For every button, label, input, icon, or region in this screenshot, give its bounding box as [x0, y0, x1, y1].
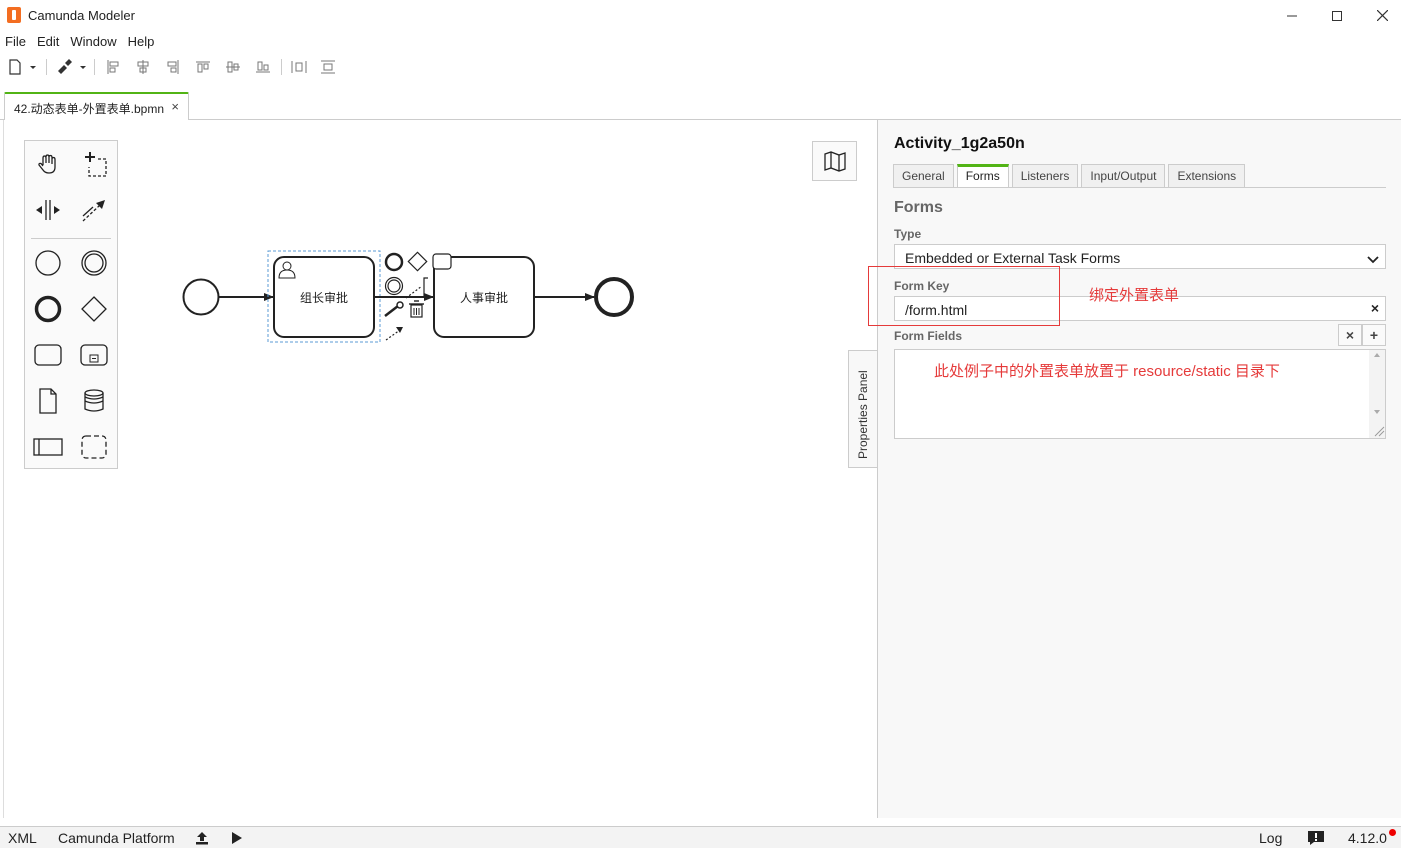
type-label: Type [894, 227, 922, 241]
annotation-bind-form: 绑定外置表单 [1089, 287, 1180, 304]
end-event[interactable] [594, 277, 634, 317]
hand-icon [38, 154, 56, 174]
create-intermediate-event[interactable] [77, 246, 111, 280]
data-store-icon [84, 389, 104, 412]
map-icon [823, 151, 846, 172]
connect-arrow-icon[interactable] [385, 327, 403, 341]
tab-input-output[interactable]: Input/Output [1081, 164, 1166, 188]
add-form-field-button[interactable]: + [1362, 324, 1386, 346]
chevron-down-icon [1367, 252, 1379, 267]
gateway-icon [81, 296, 107, 322]
space-tool-icon [36, 200, 60, 220]
tab-forms[interactable]: Forms [956, 164, 1009, 188]
execution-platform-label[interactable]: Camunda Platform [58, 830, 175, 846]
start-instance-icon[interactable] [231, 831, 243, 848]
intermediate-event-icon [81, 250, 107, 276]
create-start-event[interactable] [31, 246, 65, 280]
append-end-event-icon[interactable] [384, 252, 404, 272]
forms-group-title: Forms [894, 199, 943, 216]
task2-label: 人事审批 [459, 291, 508, 305]
minimize-button[interactable] [1269, 0, 1315, 31]
tool-palette [24, 140, 118, 469]
lasso-tool[interactable] [77, 147, 111, 181]
properties-tabs: General Forms Listeners Input/Output Ext… [893, 164, 1248, 188]
close-window-button[interactable] [1359, 0, 1401, 31]
hand-tool[interactable] [31, 147, 65, 181]
lasso-icon [85, 152, 107, 177]
properties-panel-toggle[interactable]: Properties Panel [848, 350, 878, 468]
create-gateway[interactable] [77, 292, 111, 326]
append-gateway-icon[interactable] [407, 251, 428, 272]
create-data-object[interactable] [31, 384, 65, 418]
pool-icon [33, 438, 63, 456]
append-task-icon[interactable] [432, 253, 452, 270]
status-bar: XML Camunda Platform Log 4.12.0 [0, 826, 1401, 848]
log-button[interactable]: Log [1259, 830, 1282, 846]
start-event-icon [35, 250, 61, 276]
tab-general[interactable]: General [893, 164, 954, 188]
create-pool[interactable] [31, 430, 65, 464]
version-label[interactable]: 4.12.0 [1348, 830, 1387, 846]
subprocess-icon [80, 344, 108, 366]
create-subprocess[interactable] [77, 338, 111, 372]
deploy-icon[interactable] [195, 831, 209, 848]
type-select-value: Embedded or External Task Forms [905, 250, 1121, 266]
feedback-icon[interactable] [1307, 830, 1325, 849]
properties-panel: Activity_1g2a50n General Forms Listeners… [877, 120, 1401, 818]
bpmn-diagram [182, 250, 634, 343]
delete-trash-icon[interactable] [409, 300, 424, 318]
tab-extensions[interactable]: Extensions [1168, 164, 1246, 188]
start-event[interactable] [182, 278, 220, 316]
create-task[interactable] [31, 338, 65, 372]
update-notification-dot [1389, 829, 1396, 836]
group-icon [81, 435, 107, 459]
form-fields-label: Form Fields [894, 329, 963, 343]
list-scrollbar[interactable] [1369, 350, 1385, 438]
annotation-note: 此处例子中的外置表单放置于 resource/static 目录下 [934, 363, 1280, 380]
properties-panel-toggle-label: Properties Panel [856, 370, 870, 459]
element-id-title: Activity_1g2a50n [894, 135, 1025, 152]
append-text-annotation-icon[interactable] [405, 277, 428, 299]
create-data-store[interactable] [77, 384, 111, 418]
end-event-icon [34, 295, 62, 323]
create-end-event[interactable] [31, 292, 65, 326]
change-type-wrench-icon[interactable] [384, 301, 404, 317]
tab-listeners[interactable]: Listeners [1011, 164, 1079, 188]
annotation-highlight-box [868, 266, 1060, 326]
task1-label: 组长审批 [299, 291, 348, 305]
create-group[interactable] [77, 430, 111, 464]
data-object-icon [39, 388, 57, 414]
clear-form-key-icon[interactable]: × [1371, 300, 1379, 316]
task-icon [34, 344, 62, 366]
connect-icon [82, 200, 105, 222]
minimap-toggle-button[interactable] [812, 141, 857, 181]
xml-view-button[interactable]: XML [8, 830, 37, 846]
remove-form-field-button[interactable]: × [1338, 324, 1362, 346]
maximize-button[interactable] [1314, 0, 1360, 31]
global-connect-tool[interactable] [77, 193, 111, 227]
space-tool[interactable] [31, 193, 65, 227]
